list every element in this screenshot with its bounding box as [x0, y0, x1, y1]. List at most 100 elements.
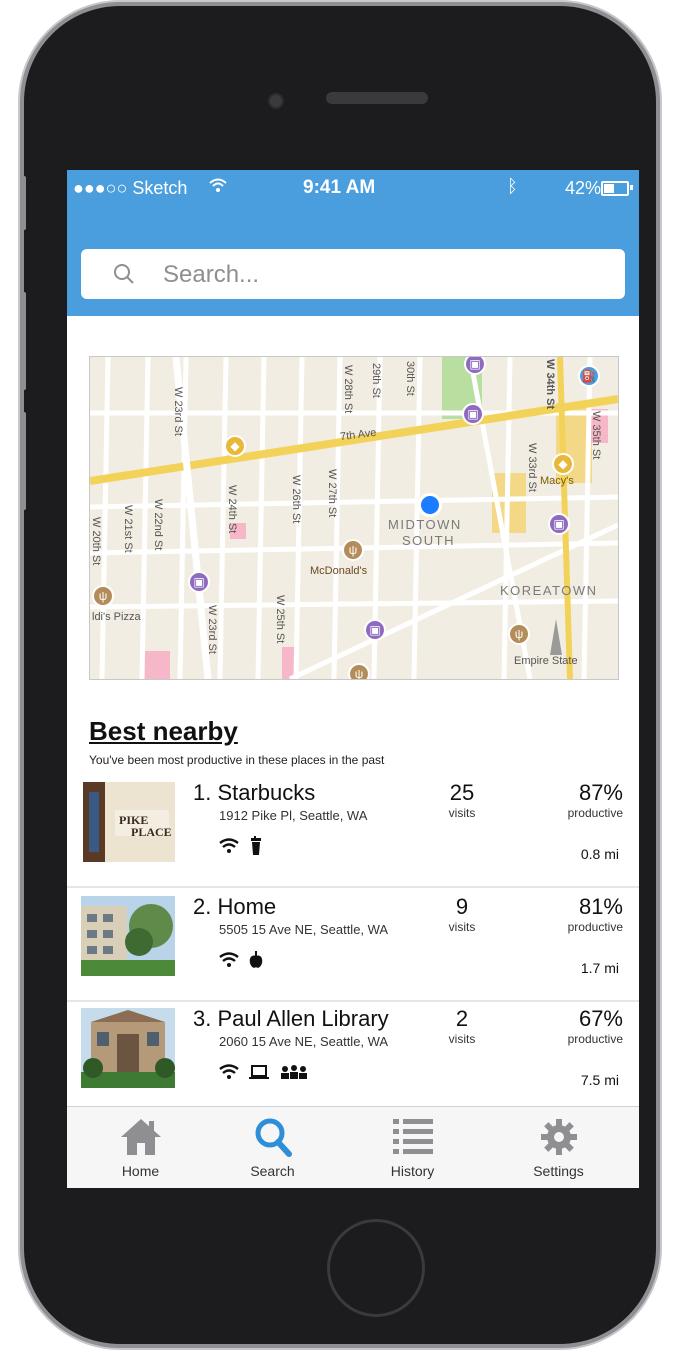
street-label: W 26th St — [290, 475, 302, 524]
section-title: Best nearby — [89, 716, 238, 746]
restaurant-marker[interactable]: ψ — [342, 539, 364, 561]
tab-settings[interactable]: Settings — [487, 1107, 630, 1188]
map-roads — [90, 357, 618, 679]
productivity-label: productive — [567, 806, 623, 820]
place-label-empire-state: Empire State — [514, 655, 578, 667]
battery-tip — [630, 185, 633, 190]
productivity-score: 81% productive — [541, 894, 623, 934]
street-label: W 27th St — [326, 469, 338, 518]
visit-label: visits — [448, 920, 476, 934]
list-item[interactable]: 3. Paul Allen Library 2060 15 Ave NE, Se… — [67, 1000, 639, 1112]
home-button[interactable] — [327, 1219, 425, 1317]
distance-label: 0.8 mi — [580, 846, 619, 862]
productivity-label: productive — [567, 920, 623, 934]
tab-label: Home — [121, 1163, 160, 1179]
restaurant-marker[interactable]: ψ — [508, 623, 530, 645]
restaurant-marker[interactable]: ψ — [92, 585, 114, 607]
search-icon — [114, 264, 134, 284]
earpiece-speaker — [326, 92, 428, 104]
place-address: 1912 Pike Pl, Seattle, WA — [219, 808, 368, 823]
tab-home[interactable]: Home — [69, 1107, 212, 1188]
wifi-status-icon — [209, 178, 227, 199]
street-label: W 23rd St — [172, 387, 184, 436]
place-address: 2060 15 Ave NE, Seattle, WA — [219, 1034, 389, 1049]
search-input[interactable] — [161, 257, 605, 293]
visit-count: 9 visits — [439, 894, 485, 934]
wifi-icon — [219, 952, 239, 967]
productivity-percent: 67% — [578, 1006, 623, 1031]
street-label: W 34th St — [544, 359, 556, 410]
search-icon — [255, 1118, 292, 1157]
visit-count: 2 visits — [439, 1006, 485, 1046]
section-subtitle: You've been most productive in these pla… — [89, 753, 385, 767]
place-address: 5505 15 Ave NE, Seattle, WA — [219, 922, 389, 937]
place-label-pizza: ldi's Pizza — [92, 611, 141, 623]
street-label: W 33rd St — [526, 443, 538, 492]
place-photo — [81, 896, 175, 976]
search-bar[interactable] — [81, 249, 625, 299]
neighborhood-label-midtown: MIDTOWN — [388, 517, 462, 532]
visit-number: 9 — [455, 894, 469, 919]
transit-marker[interactable]: ▣ — [364, 619, 386, 641]
coffee-icon — [251, 836, 261, 855]
productivity-score: 87% productive — [541, 780, 623, 820]
shopping-marker[interactable]: ◆ — [224, 435, 246, 457]
street-label: 30th St — [404, 361, 416, 396]
distance-label: 1.7 mi — [580, 960, 619, 976]
current-location-marker — [418, 493, 442, 517]
productivity-percent: 81% — [578, 894, 623, 919]
mute-switch — [20, 176, 26, 230]
tab-label: Settings — [533, 1163, 584, 1179]
home-icon — [120, 1119, 161, 1155]
visit-label: visits — [448, 806, 476, 820]
tab-label: History — [390, 1163, 435, 1179]
list-icon — [392, 1119, 433, 1154]
place-label-mcdonalds: McDonald's — [310, 565, 368, 577]
laptop-icon — [249, 1065, 269, 1079]
visit-number: 25 — [449, 780, 475, 805]
visit-count: 25 visits — [439, 780, 485, 820]
status-time: 9:41 AM — [303, 177, 376, 198]
amenity-icons — [219, 948, 263, 972]
tab-history[interactable]: History — [341, 1107, 484, 1188]
volume-up-button — [20, 292, 26, 390]
volume-down-button — [20, 412, 26, 510]
group-icon — [281, 1065, 307, 1079]
street-label: W 22nd St — [152, 499, 164, 551]
navigation-header: ●●●○○ Sketch 9:41 AM ᛒ 42% — [67, 170, 639, 316]
neighborhood-label-south: SOUTH — [402, 533, 455, 548]
place-name: 2. Home — [193, 894, 277, 919]
place-name: 1. Starbucks — [193, 780, 316, 805]
street-label: W 35th St — [590, 411, 602, 460]
transit-marker[interactable]: ▣ — [188, 571, 210, 593]
shopping-marker[interactable]: ◆ — [552, 453, 574, 475]
bluetooth-icon: ᛒ — [507, 176, 518, 196]
visit-number: 2 — [455, 1006, 469, 1031]
fuel-marker[interactable]: ⛽ — [578, 365, 600, 387]
productivity-percent: 87% — [578, 780, 623, 805]
battery-percentage: 42% — [564, 178, 601, 198]
tab-label: Search — [250, 1163, 295, 1179]
map-view[interactable]: W 23rd St 7th Ave W 28th St 29th St 30th… — [89, 356, 619, 680]
list-item[interactable]: PIKE PLACE 1. Starbucks 1912 Pike Pl, Sea… — [67, 774, 639, 888]
transit-marker[interactable]: ▣ — [462, 403, 484, 425]
svg-text:PLACE: PLACE — [131, 825, 172, 839]
transit-marker[interactable]: ▣ — [548, 513, 570, 535]
distance-label: 7.5 mi — [580, 1072, 619, 1088]
productivity-score: 67% productive — [541, 1006, 623, 1046]
place-photo — [81, 1008, 175, 1088]
visit-label: visits — [448, 1032, 476, 1046]
list-item[interactable]: 2. Home 5505 15 Ave NE, Seattle, WA 9 vi… — [67, 888, 639, 1002]
productivity-label: productive — [567, 1032, 623, 1046]
street-label: 29th St — [370, 363, 382, 398]
tab-search[interactable]: Search — [201, 1107, 344, 1188]
amenity-icons — [219, 834, 263, 858]
restaurant-marker[interactable]: ψ — [348, 663, 370, 679]
wifi-icon — [219, 838, 239, 853]
place-label-macys: Macy's — [540, 475, 574, 487]
street-label: W 20th St — [90, 517, 102, 566]
apple-icon — [249, 951, 263, 968]
status-bar: ●●●○○ Sketch 9:41 AM ᛒ 42% — [67, 170, 639, 206]
place-photo: PIKE PLACE — [83, 782, 175, 862]
street-label: W 25th St — [274, 595, 286, 644]
